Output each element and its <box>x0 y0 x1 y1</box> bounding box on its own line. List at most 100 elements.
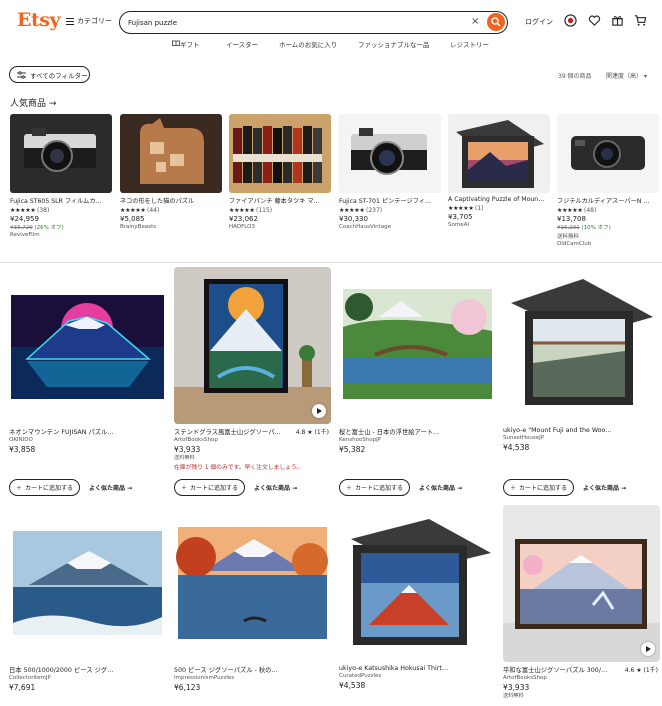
product-title[interactable]: フジテルカルディアスーパーN … <box>557 196 659 205</box>
heart-icon[interactable] <box>588 14 601 27</box>
popular-item[interactable]: ファイアパンチ 藤本タツキ マ… ★★★★★ (115) ¥23,062 HAD… <box>229 114 331 230</box>
shop-name[interactable]: SunsetHouseJP <box>503 435 660 441</box>
sort-dropdown[interactable]: 関連度（高） ▾ <box>606 71 647 80</box>
product-title[interactable]: Fujica ST605 SLR フィルムカ… <box>10 196 112 205</box>
product-title[interactable]: 日本 500/1000/2000 ピース ジグ… <box>9 665 127 674</box>
clear-icon[interactable]: × <box>471 15 479 29</box>
product-image[interactable] <box>10 114 112 193</box>
product-card[interactable]: ネオンマウンテン FUJISAN パズル… OKINIDO ¥3,858 ＋カー… <box>9 267 166 496</box>
product-title[interactable]: 桜と富士山 - 日本の浮世絵アート… <box>339 427 457 436</box>
gift-icon[interactable] <box>611 14 624 27</box>
shop-name[interactable]: ArtofBooksShop <box>174 437 331 443</box>
product-image[interactable] <box>174 505 331 662</box>
product-image[interactable] <box>229 114 331 193</box>
shop-name[interactable]: OldCamClub <box>557 241 659 247</box>
product-title[interactable]: ネオンマウンテン FUJISAN パズル… <box>9 427 127 436</box>
product-title[interactable]: ファイアパンチ 藤本タツキ マ… <box>229 196 331 205</box>
product-title[interactable]: A Captivating Puzzle of Moun… <box>448 196 550 203</box>
play-icon[interactable] <box>641 642 655 656</box>
review-count: (44) <box>147 207 160 214</box>
shop-name[interactable]: CollectoritemJP <box>9 675 166 681</box>
plus-icon: ＋ <box>16 485 23 492</box>
shop-name[interactable]: BrainyBeasts <box>120 224 222 230</box>
search-button[interactable] <box>487 13 505 31</box>
product-image[interactable] <box>9 267 166 424</box>
product-image[interactable] <box>448 114 550 193</box>
product-card[interactable]: ukiyo-e Katsushika Hokusai Thirt… Curate… <box>339 505 496 690</box>
login-link[interactable]: ログイン <box>525 17 553 27</box>
shop-name[interactable]: SomeAI <box>448 222 550 228</box>
shop-name[interactable]: HADFLO3 <box>229 224 331 230</box>
review-count: (38) <box>37 207 50 214</box>
product-title[interactable]: ネコの形をした猫のパズル <box>120 196 222 205</box>
search-icon <box>491 17 501 27</box>
product-image[interactable] <box>503 505 660 662</box>
plus-icon: ＋ <box>181 485 188 492</box>
product-title[interactable]: 500 ピース ジグソーパズル - 秋の… <box>174 665 292 674</box>
subnav-registry[interactable]: レジストリー <box>450 39 489 49</box>
free-shipping: 送料無料 <box>557 234 580 240</box>
original-price-line: ¥15,231 (10% オフ) <box>557 223 659 231</box>
subnav-gift[interactable]: ギフト <box>172 39 200 49</box>
product-image[interactable] <box>339 114 441 193</box>
product-image[interactable] <box>557 114 659 193</box>
review-count: (237) <box>366 207 383 214</box>
shop-name[interactable]: CoachHausVintage <box>339 224 441 230</box>
product-title[interactable]: ukiyo-e Katsushika Hokusai Thirt… <box>339 665 457 672</box>
stock-note: 在庫が残り 1 個のみです。早く注文しましょう。 <box>174 465 303 471</box>
etsy-logo[interactable]: Etsy <box>17 9 61 31</box>
similar-items-link[interactable]: よく似た商品 → <box>254 483 297 492</box>
product-card[interactable]: 4.8 ★ (1千) ステンドグラス風富士山ジグソーパ… ArtofBooksS… <box>174 267 331 496</box>
product-image[interactable] <box>339 505 496 662</box>
add-to-cart-button[interactable]: ＋カートに追加する <box>503 479 575 496</box>
play-icon[interactable] <box>312 404 326 418</box>
categories-button[interactable]: カテゴリー <box>66 16 112 26</box>
product-card[interactable]: 4.6 ★ (1千) 平和な富士山ジグソーパズル 300/… ArtofBook… <box>503 505 660 699</box>
shop-name[interactable]: ArtofBooksShop <box>503 675 660 681</box>
categories-label: カテゴリー <box>77 17 112 25</box>
product-card[interactable]: 500 ピース ジグソーパズル - 秋の… ImpressionismPuzzl… <box>174 505 331 692</box>
shop-name[interactable]: KenshooShopJP <box>339 437 496 443</box>
product-title[interactable]: 平和な富士山ジグソーパズル 300/… <box>503 665 621 674</box>
add-to-cart-button[interactable]: ＋カートに追加する <box>9 479 81 496</box>
profile-icon[interactable] <box>564 14 577 27</box>
product-title[interactable]: ステンドグラス風富士山ジグソーパ… <box>174 427 292 436</box>
popular-section-title[interactable]: 人気商品 → <box>10 96 56 109</box>
product-image[interactable] <box>174 267 331 424</box>
product-image[interactable] <box>120 114 222 193</box>
product-price: ¥3,858 <box>9 445 36 454</box>
add-to-cart-button[interactable]: ＋カートに追加する <box>174 479 246 496</box>
card-actions: ＋カートに追加する よく似た商品 → <box>9 479 166 496</box>
shop-name[interactable]: OKINIDO <box>9 437 166 443</box>
discount: (10% オフ) <box>579 225 611 231</box>
product-price: ¥3,933 <box>174 445 201 454</box>
all-filters-button[interactable]: すべてのフィルター <box>9 66 90 83</box>
popular-item[interactable]: A Captivating Puzzle of Moun… ★★★★★ (1) … <box>448 114 550 228</box>
subnav-fashion[interactable]: ファッショナブルな一品 <box>358 39 430 49</box>
popular-item[interactable]: Fujica ST-701 ピンテージフィ… ★★★★★ (237) ¥30,3… <box>339 114 441 230</box>
subnav-easter[interactable]: イースター <box>226 39 258 49</box>
product-image[interactable] <box>9 505 166 662</box>
popular-item[interactable]: ネコの形をした猫のパズル ★★★★★ (44) ¥5,085 BrainyBea… <box>120 114 222 230</box>
subnav-home-favorites[interactable]: ホームのお気に入り <box>279 39 337 49</box>
cart-icon[interactable] <box>634 14 647 27</box>
product-card[interactable]: ukiyo-e "Mount Fuji and the Woo… SunsetH… <box>503 267 660 496</box>
product-title[interactable]: ukiyo-e "Mount Fuji and the Woo… <box>503 427 621 434</box>
rating-stars: ★★★★★ (38) <box>10 207 112 214</box>
shop-name[interactable]: ImpressionismPuzzles <box>174 675 331 681</box>
similar-items-link[interactable]: よく似た商品 → <box>583 483 626 492</box>
product-card[interactable]: 桜と富士山 - 日本の浮世絵アート… KenshooShopJP ¥5,382 … <box>339 267 496 496</box>
product-image[interactable] <box>339 267 496 424</box>
product-card[interactable]: 日本 500/1000/2000 ピース ジグ… CollectoritemJP… <box>9 505 166 692</box>
add-to-cart-label: カートに追加する <box>519 485 568 492</box>
shop-name[interactable]: CuratedPuzzles <box>339 673 496 679</box>
popular-item[interactable]: フジテルカルディアスーパーN … ★★★★★ (48) ¥13,708 ¥15,… <box>557 114 659 247</box>
product-image[interactable] <box>503 267 660 424</box>
popular-item[interactable]: Fujica ST605 SLR フィルムカ… ★★★★★ (38) ¥24,9… <box>10 114 112 238</box>
similar-items-link[interactable]: よく似た商品 → <box>89 483 132 492</box>
add-to-cart-button[interactable]: ＋カートに追加する <box>339 479 411 496</box>
shop-name[interactable]: ReviveFilm <box>10 232 112 238</box>
product-title[interactable]: Fujica ST-701 ピンテージフィ… <box>339 196 441 205</box>
search-input[interactable] <box>128 16 448 29</box>
similar-items-link[interactable]: よく似た商品 → <box>419 483 462 492</box>
